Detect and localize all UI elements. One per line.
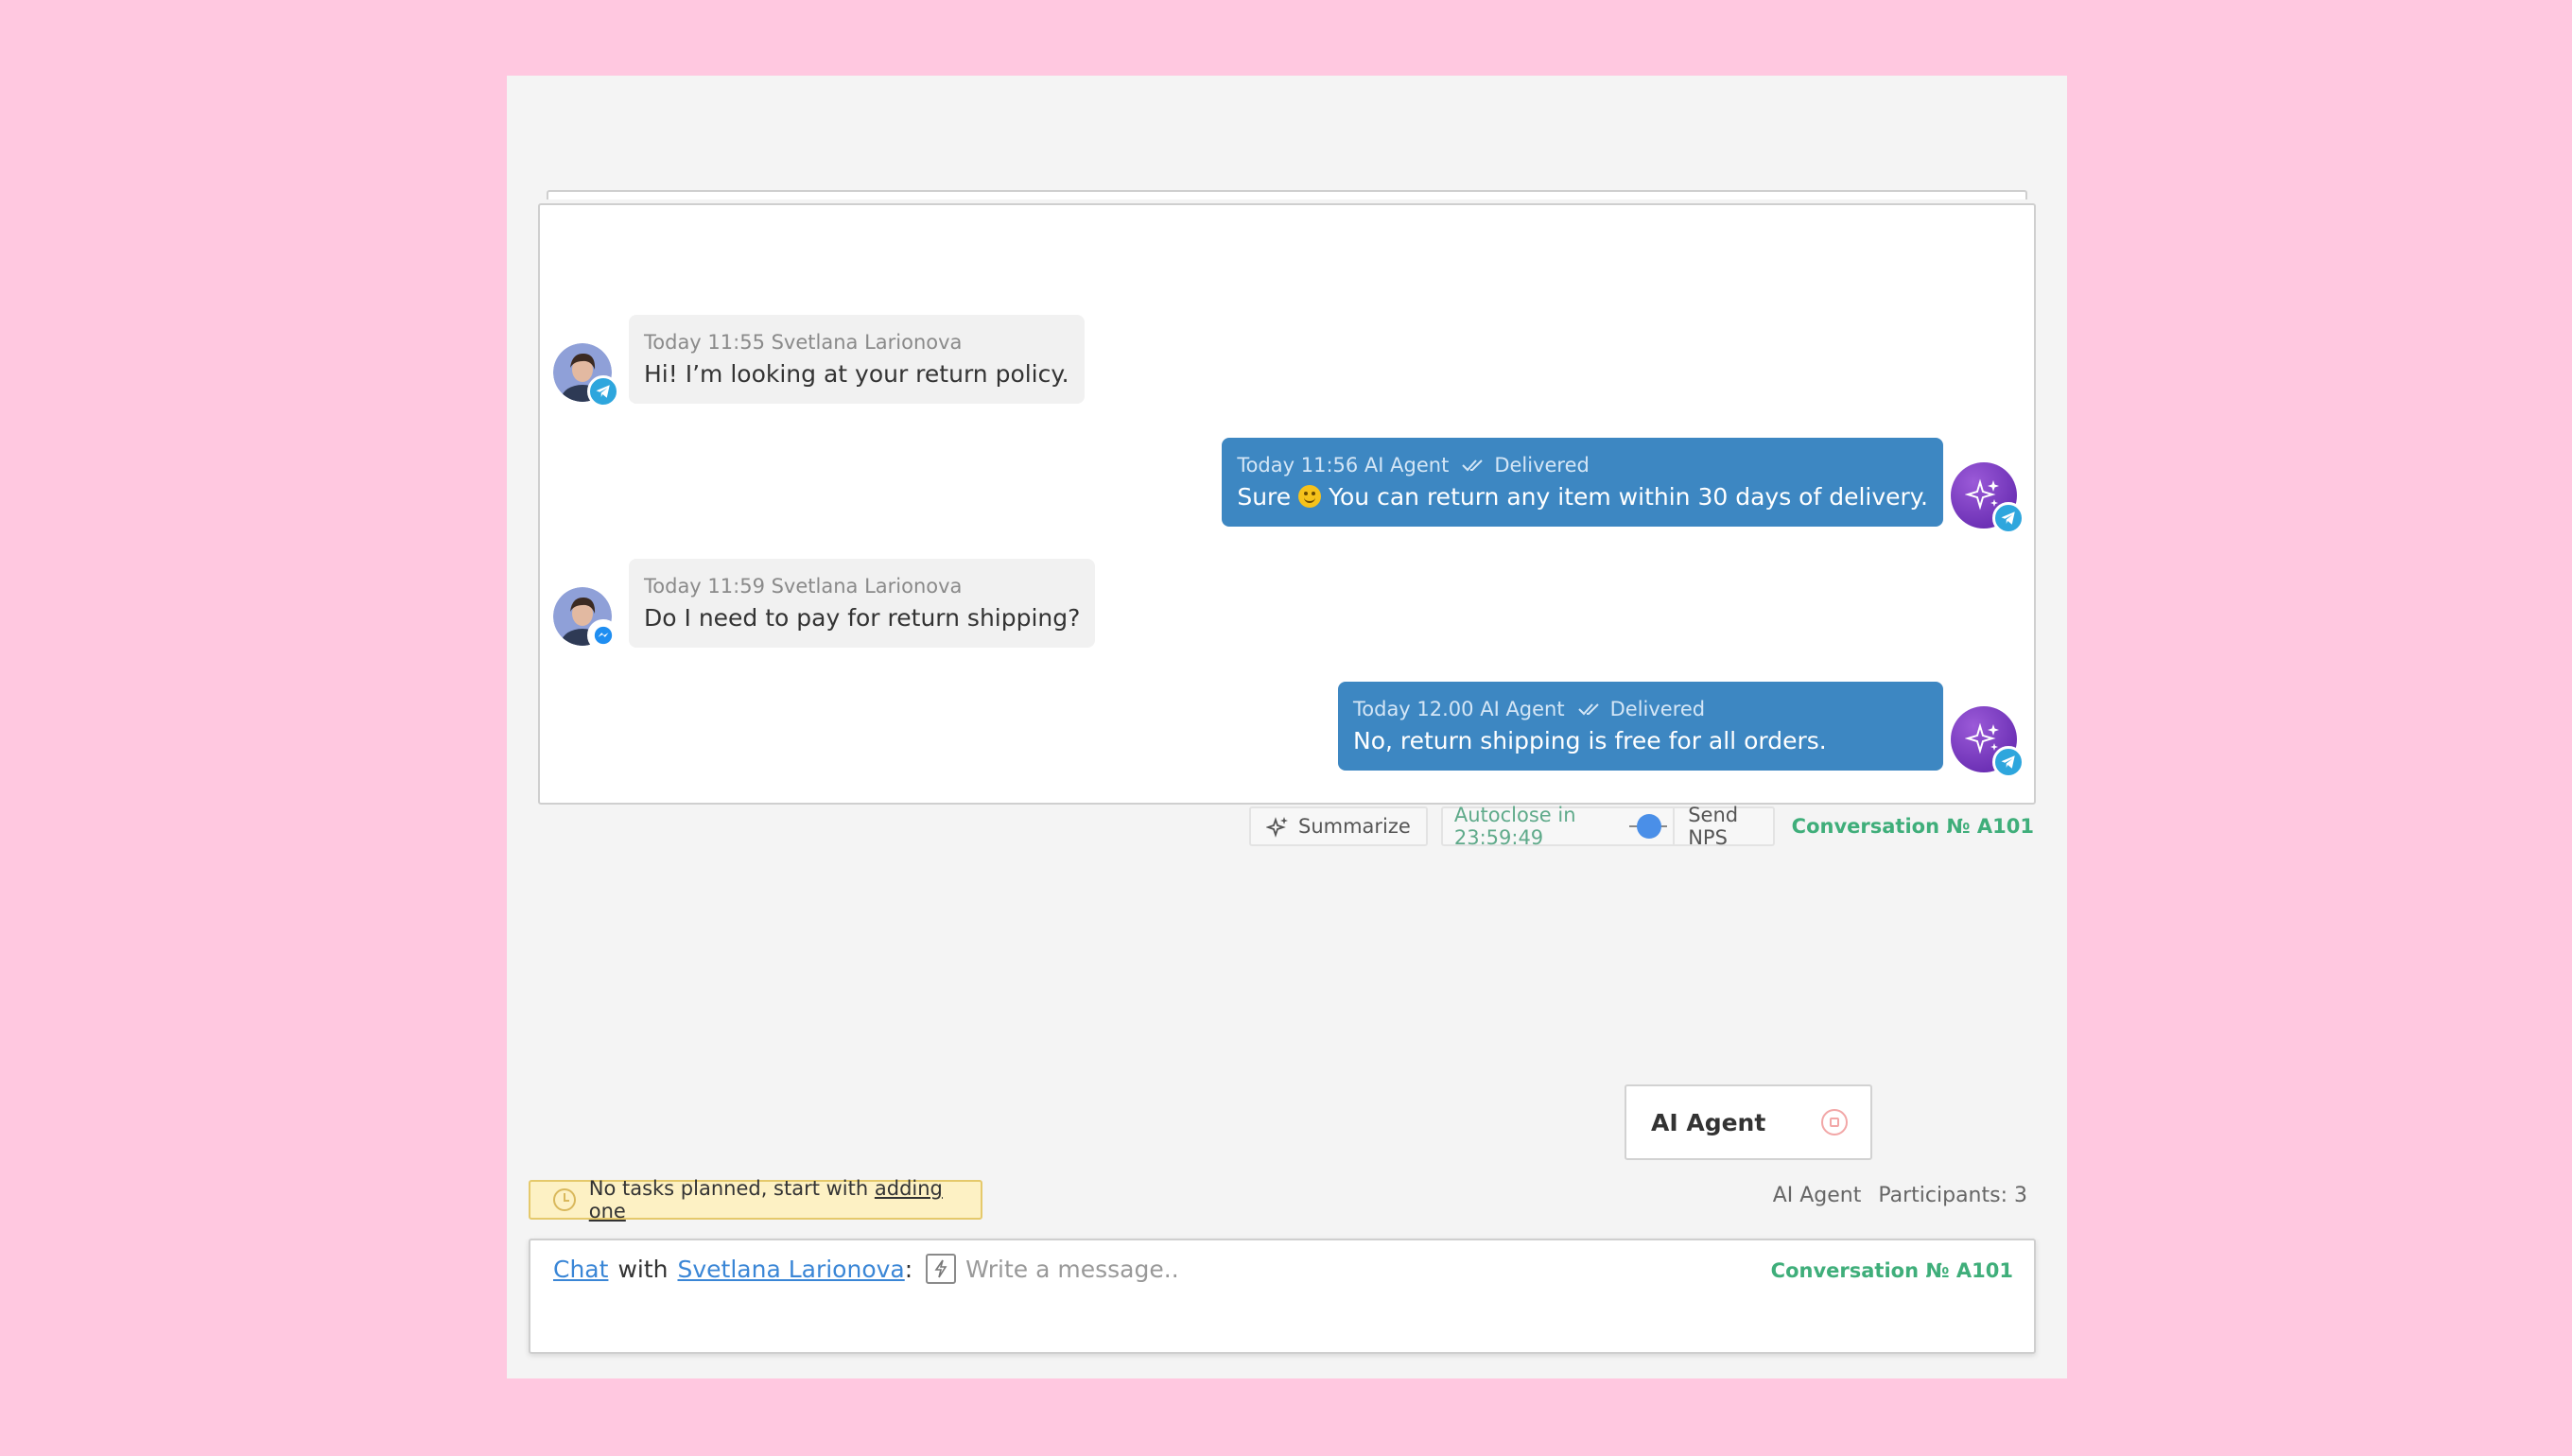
double-check-icon <box>1462 459 1484 472</box>
message-text: Sure You can return any item within 30 d… <box>1237 481 1928 513</box>
message-text: No, return shipping is free for all orde… <box>1353 727 1827 754</box>
participants-count[interactable]: Participants: 3 <box>1878 1184 2027 1207</box>
tasks-notice: No tasks planned, start with adding one <box>529 1177 982 1222</box>
stop-icon[interactable] <box>1821 1109 1848 1135</box>
chat-history-panel: Today 11:55 Svetlana Larionova Hi! I’m l… <box>538 203 2036 849</box>
message-bubble-customer: Today 11:59 Svetlana Larionova Do I need… <box>629 559 1096 648</box>
message-meta-text: Today 12.00 AI Agent <box>1353 698 1565 720</box>
composer-line: Chat with Svetlana Larionova : <box>553 1254 1685 1284</box>
clock-icon <box>553 1188 576 1211</box>
conversation-id[interactable]: Conversation № A101 <box>1792 815 2034 838</box>
telegram-icon <box>1992 746 2025 778</box>
telegram-icon <box>1992 502 2025 534</box>
message-meta: Today 11:55 Svetlana Larionova <box>644 331 963 354</box>
message-text-part: You can return any item within 30 days o… <box>1329 483 1928 511</box>
ai-agent-card-label: AI Agent <box>1651 1108 1766 1136</box>
customer-avatar[interactable] <box>553 587 619 651</box>
message-meta-text: Today 11:56 AI Agent <box>1237 454 1450 477</box>
ai-agent-avatar[interactable] <box>1951 706 2025 778</box>
app-window: Today 11:55 Svetlana Larionova Hi! I’m l… <box>507 76 2067 1378</box>
participant-agent[interactable]: AI Agent <box>1773 1184 1862 1207</box>
message-text: Hi! I’m looking at your return policy. <box>644 360 1069 388</box>
message-bubble-agent: Today 11:56 AI Agent Delivered Sure You … <box>1222 438 1943 527</box>
summarize-button[interactable]: Summarize <box>1249 806 1428 846</box>
double-check-icon <box>1577 703 1599 716</box>
delivery-status: Delivered <box>1609 698 1706 720</box>
stacked-panel-edge <box>547 190 2027 199</box>
tasks-text: No tasks planned, start with <box>588 1177 869 1200</box>
lightning-icon <box>934 1259 947 1278</box>
quick-reply-button[interactable] <box>926 1254 957 1284</box>
composer-colon: : <box>904 1255 913 1283</box>
contact-link[interactable]: Svetlana Larionova <box>677 1256 904 1283</box>
message-meta: Today 12.00 AI Agent Delivered <box>1353 697 1928 721</box>
message-bubble-customer: Today 11:55 Svetlana Larionova Hi! I’m l… <box>629 315 1085 404</box>
telegram-icon <box>587 375 619 407</box>
participants-info: AI Agent Participants: 3 <box>1773 1184 2027 1207</box>
composer-with-text: with <box>617 1255 669 1283</box>
ai-agent-card: AI Agent <box>1625 1084 1872 1160</box>
chat-toolbar: Summarize Autoclose in 23:59:49 Send NPS… <box>1249 804 2034 849</box>
delivery-status: Delivered <box>1494 454 1590 477</box>
message-meta: Today 11:59 Svetlana Larionova <box>644 575 963 598</box>
message-bubble-agent: Today 12.00 AI Agent Delivered No, retur… <box>1338 682 1943 771</box>
customer-avatar[interactable] <box>553 343 619 407</box>
summarize-label: Summarize <box>1298 815 1411 838</box>
sparkle-icon <box>1266 817 1288 838</box>
send-nps-button[interactable]: Send NPS <box>1673 804 1772 849</box>
composer-conversation-id[interactable]: Conversation № A101 <box>1771 1259 2013 1282</box>
tasks-notice-text: No tasks planned, start with adding one <box>589 1177 981 1222</box>
message-composer: Chat with Svetlana Larionova : Conversat… <box>529 1239 2036 1354</box>
smile-emoji-icon <box>1298 485 1322 508</box>
autoclose-label: Autoclose in 23:59:49 <box>1453 804 1576 849</box>
messenger-icon <box>587 619 619 651</box>
message-text-part: Sure <box>1237 483 1292 511</box>
message-input[interactable] <box>965 1255 1685 1283</box>
autoclose-toggle[interactable] <box>1628 814 1667 839</box>
message-meta: Today 11:56 AI Agent Delivered <box>1237 453 1928 477</box>
chat-link[interactable]: Chat <box>553 1256 608 1283</box>
message-text: Do I need to pay for return shipping? <box>644 604 1081 632</box>
ai-agent-avatar[interactable] <box>1951 462 2025 534</box>
autoclose-control: Autoclose in 23:59:49 Send NPS <box>1440 804 1775 849</box>
